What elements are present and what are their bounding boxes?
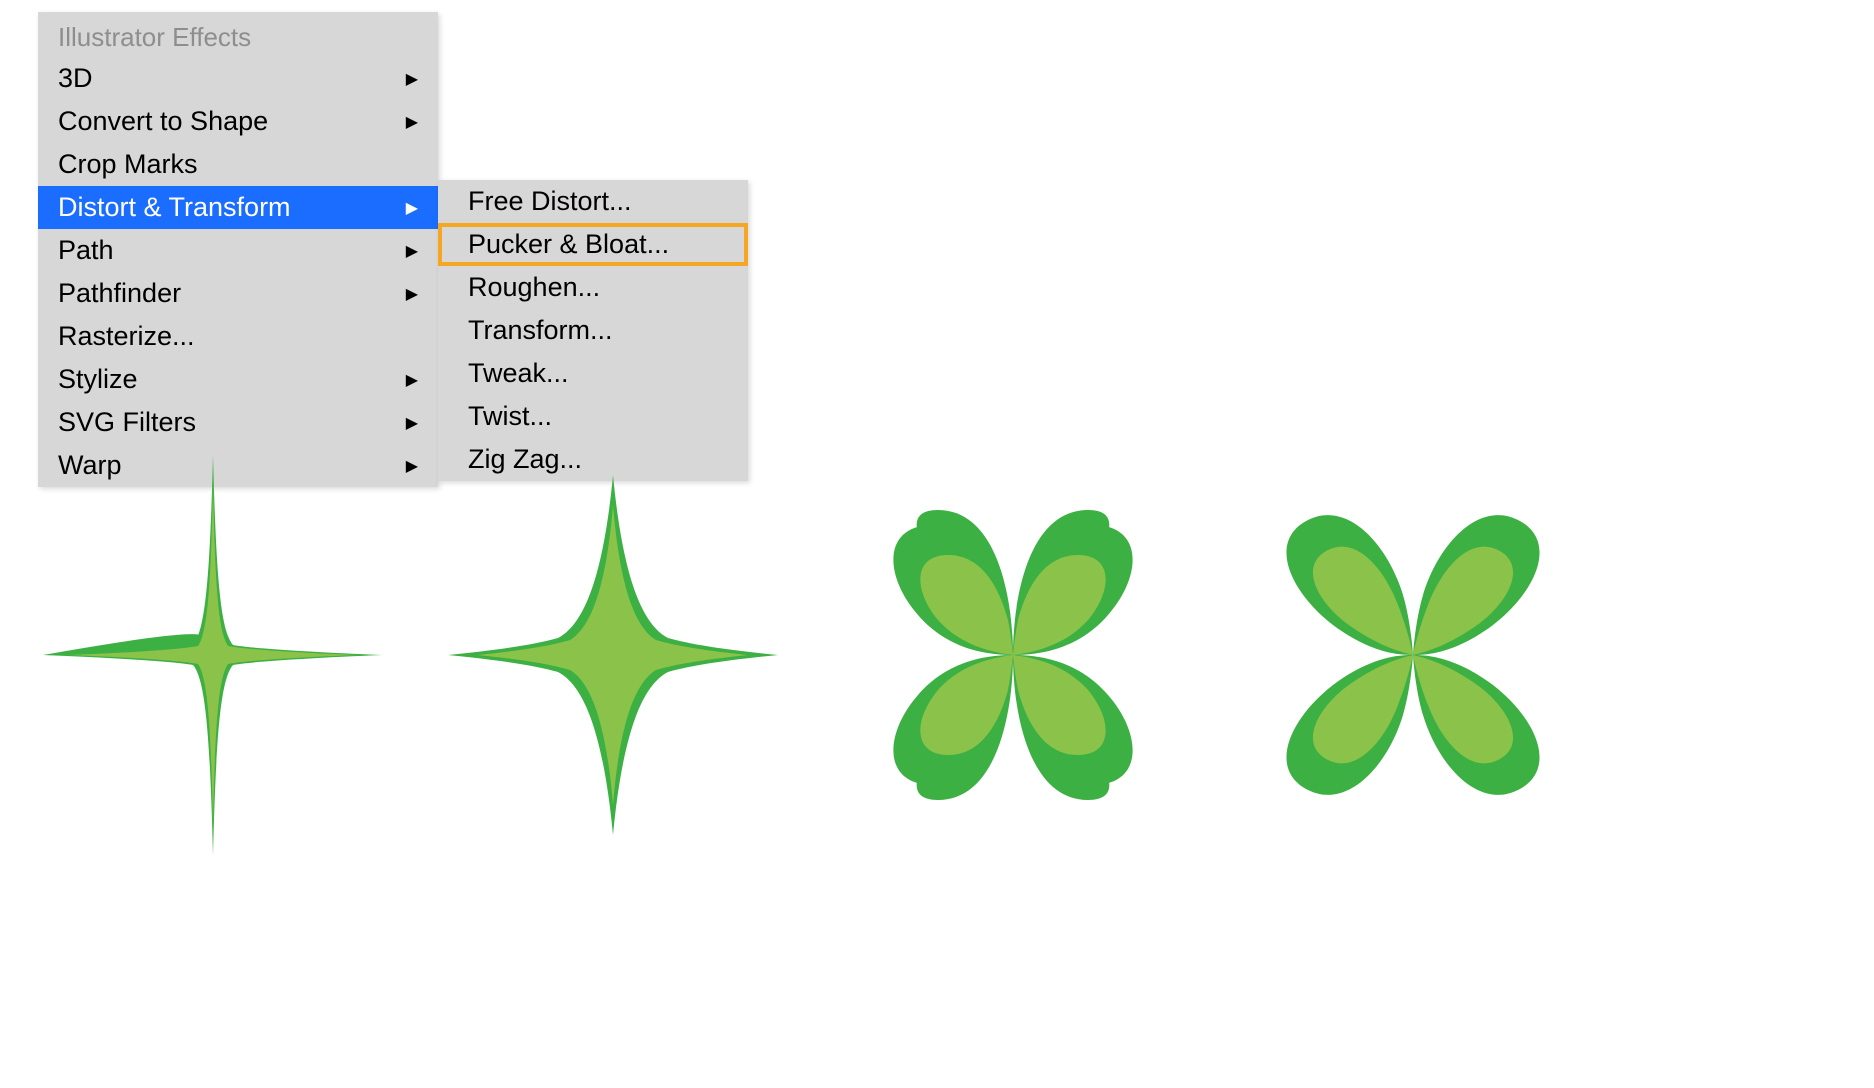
submenu-item-free-distort[interactable]: Free Distort... (438, 180, 748, 223)
submenu-item-label: Transform... (468, 315, 613, 346)
menu-section-header: Illustrator Effects (38, 12, 438, 57)
menu-item-label: Rasterize... (58, 321, 195, 352)
menu-item-label: Convert to Shape (58, 106, 268, 137)
menu-item-svg-filters[interactable]: SVG Filters ▶ (38, 401, 438, 444)
menu-container: Illustrator Effects 3D ▶ Convert to Shap… (38, 12, 748, 487)
submenu-arrow-icon: ▶ (406, 370, 418, 390)
pucker-shape-inner (68, 485, 358, 825)
menu-item-3d[interactable]: 3D ▶ (38, 57, 438, 100)
bloat-example-petal (1238, 450, 1588, 860)
menu-item-rasterize[interactable]: Rasterize... (38, 315, 438, 358)
menu-item-crop-marks[interactable]: Crop Marks (38, 143, 438, 186)
submenu-arrow-icon: ▶ (406, 284, 418, 304)
menu-item-pathfinder[interactable]: Pathfinder ▶ (38, 272, 438, 315)
submenu-item-label: Tweak... (468, 358, 569, 389)
submenu-item-roughen[interactable]: Roughen... (438, 266, 748, 309)
menu-item-label: Path (58, 235, 114, 266)
pucker-shape-inner (478, 505, 748, 805)
submenu-item-label: Twist... (468, 401, 552, 432)
submenu-item-pucker-bloat[interactable]: Pucker & Bloat... (438, 223, 748, 266)
menu-item-label: SVG Filters (58, 407, 196, 438)
submenu-item-twist[interactable]: Twist... (438, 395, 748, 438)
submenu-arrow-icon: ▶ (406, 69, 418, 89)
main-menu: Illustrator Effects 3D ▶ Convert to Shap… (38, 12, 438, 487)
pucker-example-medium (438, 450, 788, 860)
menu-item-label: Pathfinder (58, 278, 181, 309)
menu-item-path[interactable]: Path ▶ (38, 229, 438, 272)
example-shapes-row (38, 450, 1588, 860)
submenu-distort-transform: Free Distort... Pucker & Bloat... Roughe… (438, 180, 748, 481)
submenu-arrow-icon: ▶ (406, 198, 418, 218)
menu-item-label: Stylize (58, 364, 138, 395)
submenu-arrow-icon: ▶ (406, 241, 418, 261)
submenu-item-label: Roughen... (468, 272, 600, 303)
menu-item-label: 3D (58, 63, 93, 94)
bloat-example-round (838, 450, 1188, 860)
submenu-arrow-icon: ▶ (406, 112, 418, 132)
menu-item-stylize[interactable]: Stylize ▶ (38, 358, 438, 401)
submenu-arrow-icon: ▶ (406, 413, 418, 433)
menu-item-convert-to-shape[interactable]: Convert to Shape ▶ (38, 100, 438, 143)
submenu-item-label: Free Distort... (468, 186, 632, 217)
menu-item-label: Crop Marks (58, 149, 198, 180)
submenu-item-label: Pucker & Bloat... (468, 229, 669, 260)
menu-item-label: Distort & Transform (58, 192, 291, 223)
submenu-item-transform[interactable]: Transform... (438, 309, 748, 352)
bloat-shape-inner (1313, 547, 1513, 764)
pucker-example-sharp (38, 450, 388, 860)
submenu-item-tweak[interactable]: Tweak... (438, 352, 748, 395)
menu-item-distort-transform[interactable]: Distort & Transform ▶ (38, 186, 438, 229)
